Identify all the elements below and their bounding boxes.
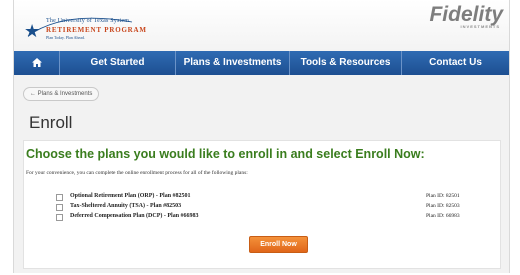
logo-tagline: Plan Today. Plan Ahead.: [46, 35, 86, 40]
breadcrumb-back-link[interactable]: ← Plans & Investments: [23, 87, 100, 101]
plan-name-dcp: Deferred Compensation Plan (DCP) - Plan …: [70, 213, 199, 219]
nav-plans-investments[interactable]: Plans & Investments: [176, 51, 290, 75]
plan-row-orp: Optional Retirement Plan (ORP) - Plan #8…: [56, 193, 486, 202]
star-icon: ★: [24, 21, 41, 41]
enroll-now-button[interactable]: Enroll Now: [249, 236, 308, 253]
nav-get-started[interactable]: Get Started: [60, 51, 176, 75]
logo-line2: RETIREMENT PROGRAM: [46, 26, 147, 34]
enroll-heading: Choose the plans you would like to enrol…: [26, 147, 425, 161]
plan-checkbox-orp[interactable]: [56, 194, 63, 201]
plan-row-dcp: Deferred Compensation Plan (DCP) - Plan …: [56, 213, 486, 222]
logo-line1: The University of Texas System: [46, 18, 130, 24]
plan-id-tsa: Plan ID: 82503: [426, 203, 460, 209]
page-title: Enroll: [29, 113, 73, 132]
fidelity-logo[interactable]: Fidelity INVESTMENTS: [429, 3, 503, 29]
enroll-intro: For your convenience, you can complete t…: [26, 170, 248, 176]
plan-name-tsa: Tax-Sheltered Annuity (TSA) - Plan #8250…: [70, 203, 182, 209]
plan-row-tsa: Tax-Sheltered Annuity (TSA) - Plan #8250…: [56, 203, 486, 212]
plan-name-orp: Optional Retirement Plan (ORP) - Plan #8…: [70, 193, 191, 199]
ut-retirement-logo[interactable]: ★ The University of Texas System RETIREM…: [24, 16, 174, 44]
enroll-panel: Choose the plans you would like to enrol…: [23, 140, 501, 269]
header: ★ The University of Texas System RETIREM…: [14, 0, 509, 51]
main-nav: Get Started Plans & Investments Tools & …: [14, 51, 509, 75]
plan-checkbox-tsa[interactable]: [56, 204, 63, 211]
plan-checkbox-dcp[interactable]: [56, 214, 63, 221]
nav-tools-resources[interactable]: Tools & Resources: [290, 51, 402, 75]
home-icon: [31, 57, 42, 67]
fidelity-logo-subtext: INVESTMENTS: [460, 24, 500, 29]
page-frame: ★ The University of Texas System RETIREM…: [13, 0, 510, 273]
fidelity-logo-text: Fidelity: [429, 3, 503, 26]
nav-contact-us[interactable]: Contact Us: [402, 51, 509, 75]
plan-id-dcp: Plan ID: 66983: [426, 213, 460, 219]
nav-home[interactable]: [14, 51, 60, 75]
plan-id-orp: Plan ID: 82501: [426, 193, 460, 199]
